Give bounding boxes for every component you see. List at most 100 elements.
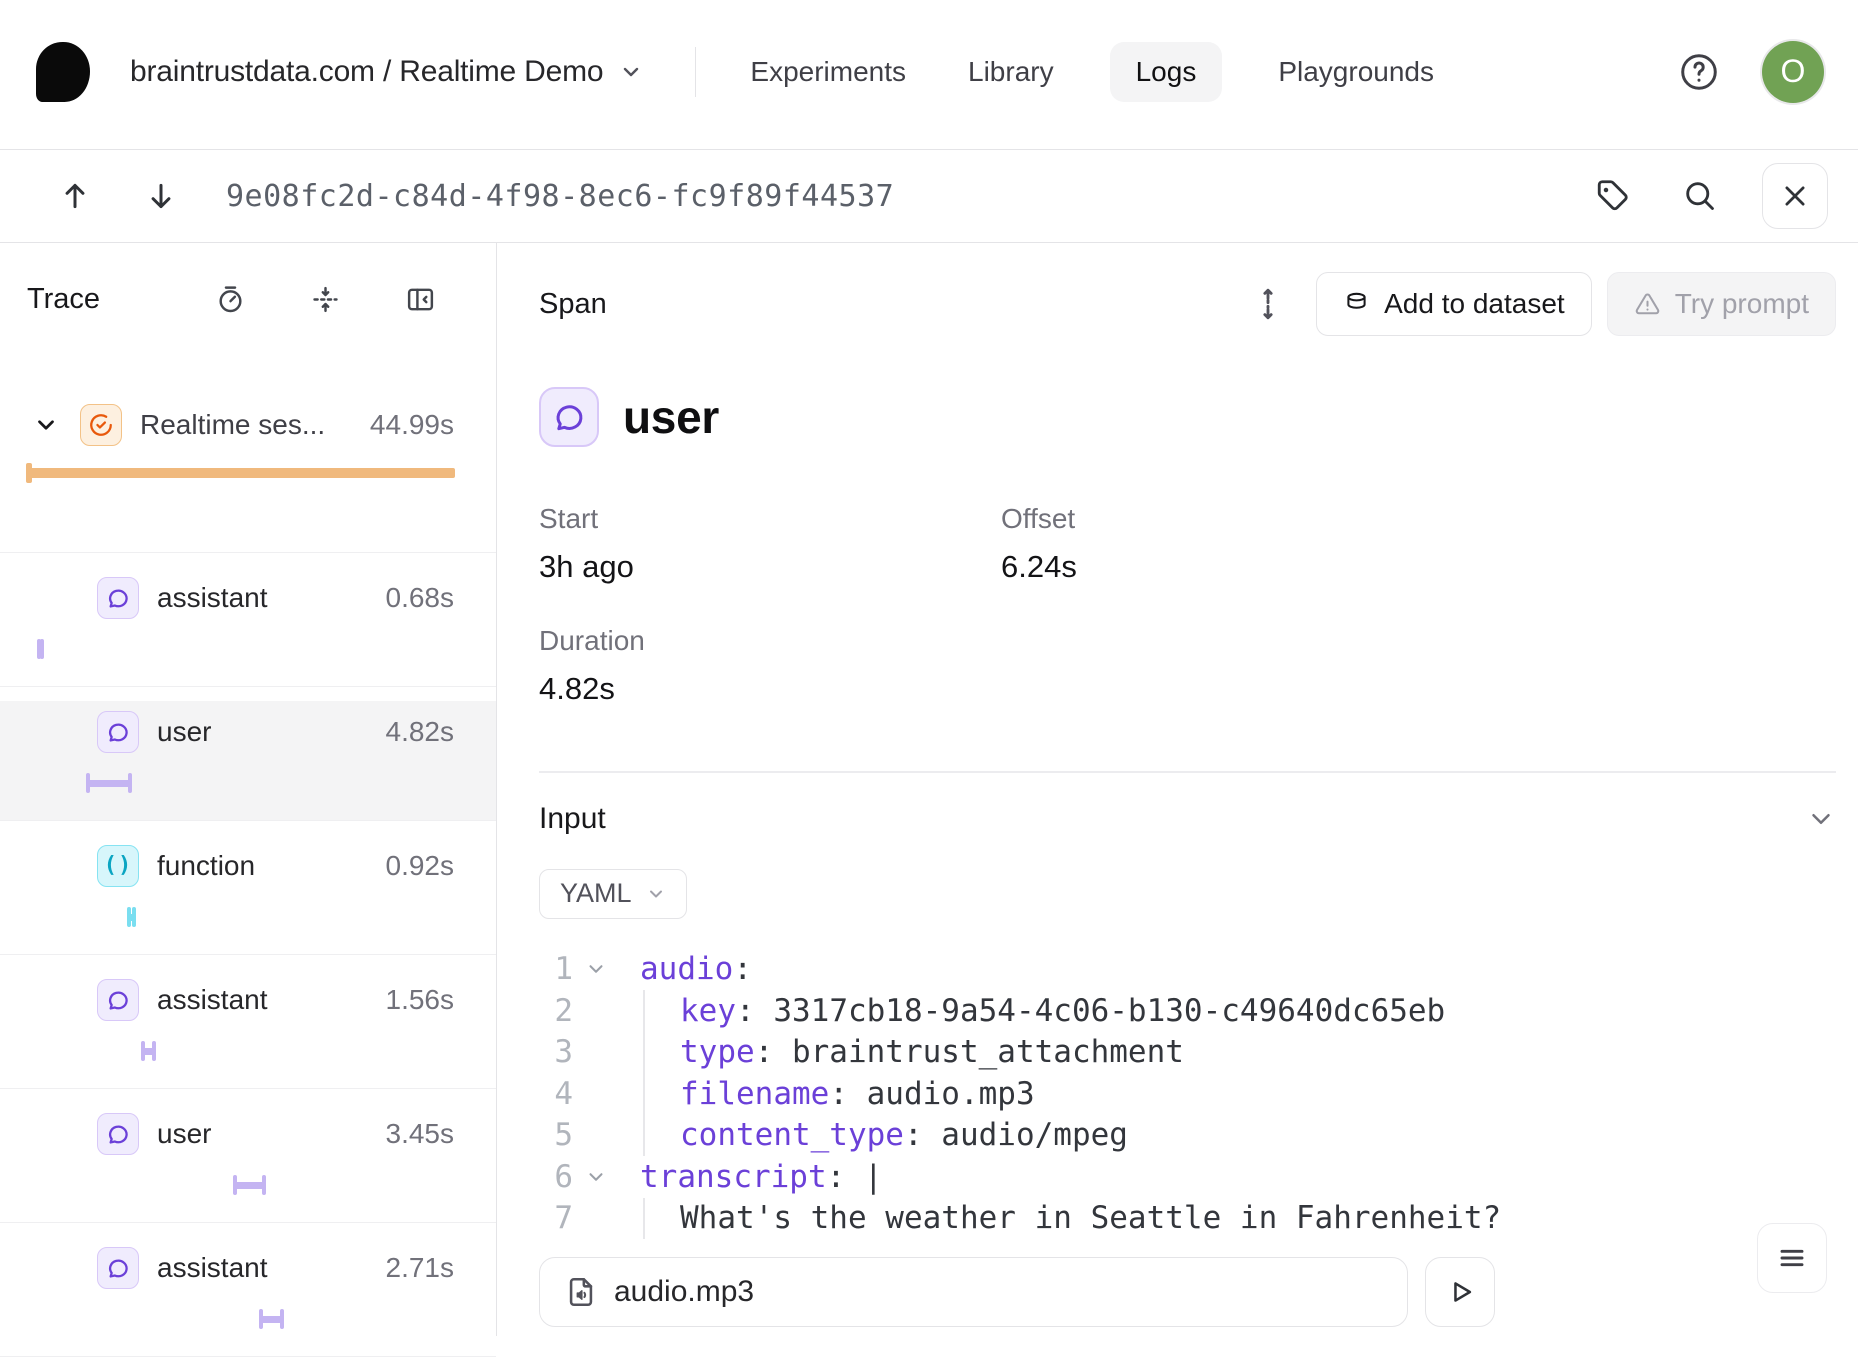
trace-id-text: 9e08fc2d-c84d-4f98-8ec6-fc9f89f44537 (226, 179, 894, 214)
yaml-code-block: 1audio:2key: 3317cb18-9a54-4c06-b130-c49… (539, 949, 1836, 1240)
yaml-punct: : (733, 951, 752, 987)
next-trace-arrow-down-icon[interactable] (134, 169, 188, 223)
collapse-chevron-icon[interactable] (573, 958, 640, 980)
attachment-filename: audio.mp3 (614, 1275, 754, 1309)
project-switcher[interactable]: braintrustdata.com / Realtime Demo (130, 55, 643, 89)
yaml-punct: : (904, 1117, 941, 1153)
close-button[interactable] (1762, 163, 1828, 229)
session-check-icon (80, 404, 122, 446)
yaml-value: braintrust_attachment (792, 1034, 1184, 1070)
code-line: 5content_type: audio/mpeg (539, 1115, 1836, 1157)
collapse-chevron-icon[interactable] (573, 1166, 640, 1188)
format-selector-value: YAML (560, 878, 632, 909)
sidebar-layout-icon[interactable] (405, 284, 436, 315)
trace-row[interactable]: () function0.92s (0, 835, 496, 955)
chevron-down-icon (646, 884, 666, 904)
start-label: Start (539, 503, 1001, 535)
line-number: 7 (539, 1200, 573, 1236)
nav-tab-library[interactable]: Library (962, 42, 1060, 102)
offset-value: 6.24s (1001, 549, 1463, 585)
line-number: 2 (539, 993, 573, 1029)
add-to-dataset-button[interactable]: Add to dataset (1316, 272, 1592, 336)
indent-guide (643, 1198, 680, 1240)
code-line: 2key: 3317cb18-9a54-4c06-b130-c49640dc65… (539, 990, 1836, 1032)
chevron-down-icon (1806, 804, 1836, 834)
trace-row[interactable]: assistant0.68s (0, 567, 496, 687)
help-icon[interactable] (1678, 51, 1720, 93)
trace-row-duration: 1.56s (386, 984, 455, 1016)
line-number: 4 (539, 1076, 573, 1112)
yaml-key: filename (680, 1076, 829, 1112)
chevron-down-icon (619, 60, 643, 84)
trace-row[interactable]: user4.82s (0, 701, 496, 821)
timing-stopwatch-icon[interactable] (215, 284, 246, 315)
yaml-punct: : (829, 1076, 866, 1112)
chat-bubble-icon (97, 1113, 139, 1155)
yaml-key: content_type (680, 1117, 904, 1153)
line-number: 1 (539, 951, 573, 987)
indent-guide (643, 1115, 680, 1157)
yaml-value: audio.mp3 (867, 1076, 1035, 1112)
line-number: 3 (539, 1034, 573, 1070)
span-timeline-bar (141, 1041, 156, 1061)
code-menu-button[interactable] (1757, 1223, 1827, 1293)
chat-bubble-icon (97, 711, 139, 753)
chat-bubble-icon (539, 387, 599, 447)
span-timeline-bar (259, 1309, 285, 1329)
trace-row[interactable]: user3.45s (0, 1103, 496, 1223)
indent-guide (643, 990, 680, 1032)
try-prompt-label: Try prompt (1675, 288, 1809, 320)
user-avatar[interactable]: O (1762, 41, 1824, 103)
audio-file-icon (564, 1275, 598, 1309)
nav-tab-playgrounds[interactable]: Playgrounds (1272, 42, 1440, 102)
add-to-dataset-label: Add to dataset (1384, 288, 1565, 320)
trace-row-label: assistant (157, 984, 386, 1016)
play-audio-button[interactable] (1425, 1257, 1495, 1327)
chevron-down-icon[interactable] (33, 412, 59, 438)
trace-row-root[interactable]: Realtime ses...44.99s (0, 397, 496, 553)
offset-label: Offset (1001, 503, 1463, 535)
trace-row-duration: 0.92s (386, 850, 455, 882)
yaml-value: What's the weather in Seattle in Fahrenh… (680, 1200, 1501, 1236)
try-prompt-button[interactable]: Try prompt (1607, 272, 1836, 336)
format-selector[interactable]: YAML (539, 869, 687, 919)
resize-vertical-icon[interactable] (1250, 286, 1286, 322)
span-name: user (623, 390, 719, 444)
line-number: 5 (539, 1117, 573, 1153)
yaml-key: transcript (640, 1159, 827, 1195)
line-number: 6 (539, 1159, 573, 1195)
collapse-rows-icon[interactable] (310, 284, 341, 315)
indent-guide (643, 1032, 680, 1074)
trace-row-label: assistant (157, 582, 386, 614)
code-line: 6transcript: | (539, 1156, 1836, 1198)
trace-row-duration: 0.68s (386, 582, 455, 614)
span-timeline-bar (86, 773, 132, 793)
audio-attachment[interactable]: audio.mp3 (539, 1257, 1408, 1327)
code-line: 4 filename: audio.mp3 (539, 1073, 1836, 1115)
span-panel: Span Add to dataset Try prompt (497, 243, 1858, 1336)
span-panel-title: Span (539, 288, 1250, 321)
trace-row-label: function (157, 850, 386, 882)
trace-row-duration: 4.82s (386, 716, 455, 748)
indent-guide (643, 1073, 680, 1115)
search-icon[interactable] (1674, 170, 1726, 222)
trace-row-duration: 2.71s (386, 1252, 455, 1284)
input-section-header[interactable]: Input (539, 797, 1836, 841)
braintrust-logo (36, 42, 90, 102)
trace-row[interactable]: assistant2.71s (0, 1237, 496, 1357)
trace-row-label: user (157, 716, 386, 748)
nav-tab-logs[interactable]: Logs (1110, 42, 1223, 102)
trace-panel: Trace Realtime ses...44.99sassistant0.68… (0, 243, 497, 1336)
code-line: 1audio: (539, 949, 1836, 991)
yaml-punct: : (755, 1034, 792, 1070)
span-timeline-bar (127, 907, 136, 927)
nav-tab-experiments[interactable]: Experiments (744, 42, 912, 102)
prev-trace-arrow-up-icon[interactable] (48, 169, 102, 223)
tag-icon[interactable] (1586, 170, 1638, 222)
trace-row-label: Realtime ses... (140, 409, 370, 441)
yaml-punct: : (827, 1159, 864, 1195)
trace-row[interactable]: assistant1.56s (0, 969, 496, 1089)
yaml-key: type (680, 1034, 755, 1070)
function-parentheses-icon: () (97, 845, 139, 887)
top-navbar: braintrustdata.com / Realtime Demo Exper… (0, 0, 1858, 150)
